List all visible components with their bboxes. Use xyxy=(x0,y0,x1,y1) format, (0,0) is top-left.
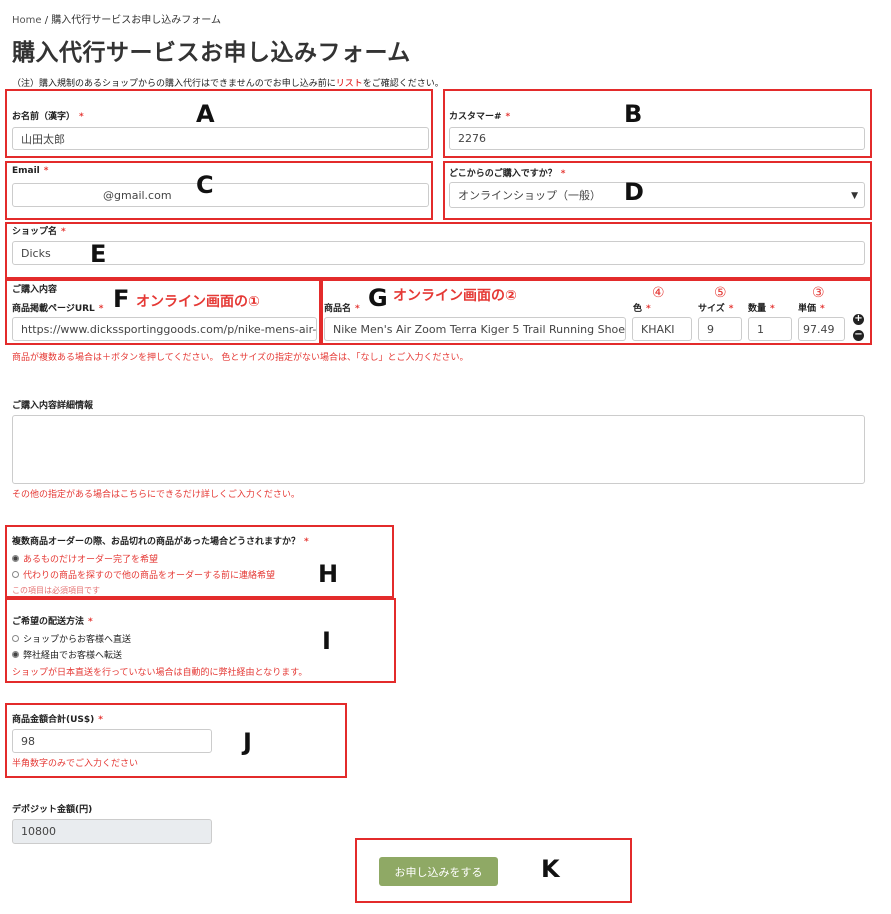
breadcrumb-current: 購入代行サービスお申し込みフォーム xyxy=(51,15,221,26)
details-label: ご購入内容詳細情報 xyxy=(12,401,94,411)
notice-list-link[interactable]: リスト xyxy=(336,79,363,89)
annotation-box-f xyxy=(5,279,321,345)
breadcrumb: Home / 購入代行サービスお申し込みフォーム xyxy=(12,11,221,26)
notice-text: （注）購入規制のあるショップからの購入代行はできませんのでお申し込み前にリストを… xyxy=(12,76,444,89)
breadcrumb-home-link[interactable]: Home xyxy=(12,15,42,26)
annotation-letter-a: A xyxy=(196,100,215,128)
breadcrumb-separator: / xyxy=(41,15,52,26)
annotation-box-a xyxy=(5,89,433,158)
annotation-box-d xyxy=(443,161,872,220)
annotation-letter-i: I xyxy=(322,627,331,655)
notice-prefix: （注）購入規制のあるショップからの購入代行はできませんのでお申し込み前に xyxy=(12,79,336,89)
annotation-box-k xyxy=(355,838,632,903)
annotation-number-4: ④ xyxy=(652,285,665,301)
annotation-letter-c: C xyxy=(196,171,214,199)
annotation-number-5: ⑤ xyxy=(714,285,727,301)
annotation-online-screen-1: オンライン画面の① xyxy=(136,294,260,310)
annotation-box-c xyxy=(5,161,433,220)
annotation-letter-f: F xyxy=(113,285,130,313)
annotation-online-screen-2: オンライン画面の② xyxy=(393,288,517,304)
annotation-letter-j: J xyxy=(243,728,252,756)
annotation-box-b xyxy=(443,89,872,158)
page-title: 購入代行サービスお申し込みフォーム xyxy=(12,40,411,66)
order-help-text: 商品が複数ある場合は＋ボタンを押してください。 色とサイズの指定がない場合は、「… xyxy=(12,353,469,363)
deposit-amount-input: 10800 xyxy=(12,819,212,844)
annotation-box-e xyxy=(5,222,872,279)
deposit-label: デポジット金額(円) xyxy=(12,805,93,815)
annotation-letter-e: E xyxy=(90,240,107,268)
notice-suffix: をご確認ください。 xyxy=(362,79,444,89)
annotation-number-3: ③ xyxy=(812,285,825,301)
annotation-letter-b: B xyxy=(624,100,643,128)
details-help-text: その他の指定がある場合はこちらにできるだけ詳しくご入力ください。 xyxy=(12,490,300,500)
annotation-letter-h: H xyxy=(318,560,339,588)
annotation-box-j xyxy=(5,703,347,778)
annotation-letter-g: G xyxy=(368,284,388,312)
details-textarea[interactable] xyxy=(12,415,865,484)
annotation-box-i xyxy=(5,598,396,683)
annotation-letter-d: D xyxy=(624,178,644,206)
annotation-letter-k: K xyxy=(541,855,560,883)
